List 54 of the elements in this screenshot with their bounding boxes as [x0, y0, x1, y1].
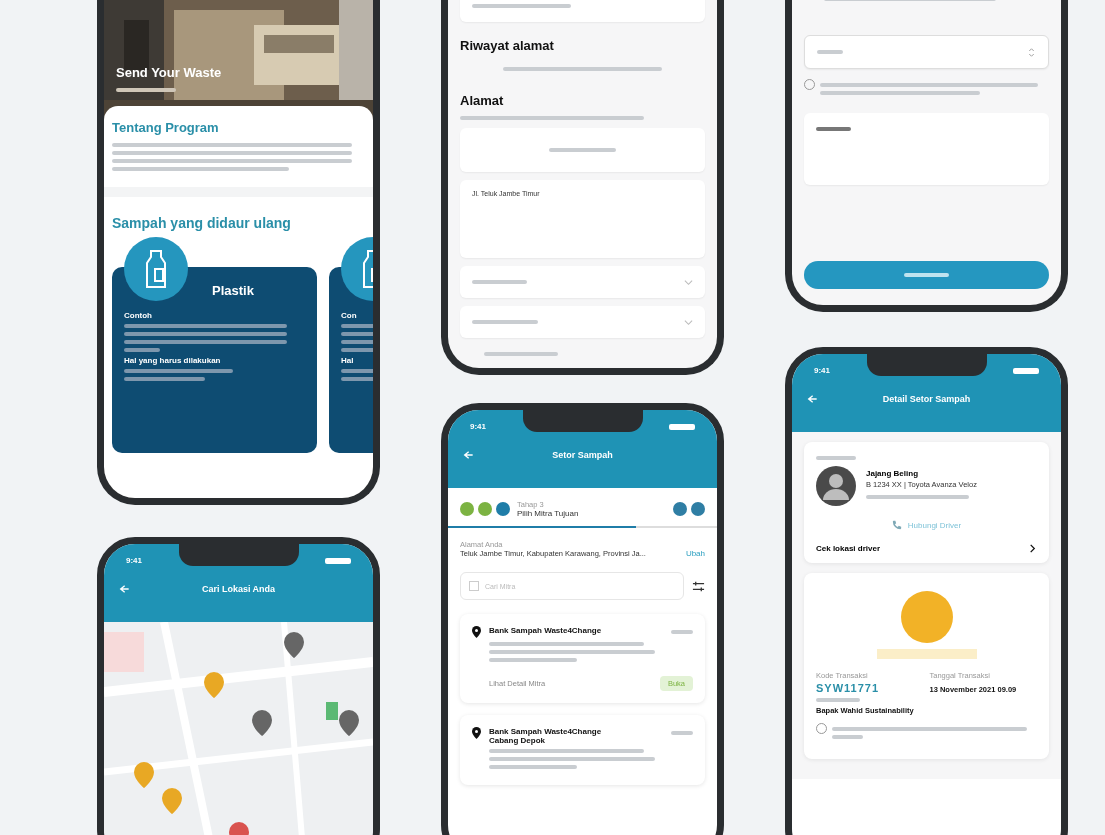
screen-title: Detail Setor Sampah: [881, 394, 972, 404]
partner-name: Bank Sampah Waste4Change: [489, 626, 603, 635]
dropdown-field[interactable]: [804, 35, 1049, 69]
card-label: Hal: [341, 356, 355, 365]
battery-icon: [669, 424, 695, 430]
location-pin-icon: [472, 626, 481, 638]
transaction-code: SYW11771: [816, 682, 881, 694]
blurred-text: [341, 348, 373, 352]
blurred-text: [816, 698, 861, 702]
up-down-chevron-icon: [1027, 47, 1036, 57]
coin-icon: [900, 591, 953, 643]
status-time: 9:41: [470, 422, 486, 431]
chevron-down-icon: [684, 277, 693, 287]
blurred-text: [816, 456, 856, 460]
chevron-down-icon: [684, 317, 693, 327]
card-label: Contoh: [124, 311, 153, 320]
dropdown-field[interactable]: [460, 306, 705, 338]
back-arrow-icon[interactable]: [462, 449, 474, 461]
back-arrow-icon[interactable]: [118, 583, 130, 595]
card-label: Hal yang harus dilakukan: [124, 356, 222, 365]
chevron-right-icon[interactable]: [1028, 544, 1037, 553]
blurred-text: [832, 735, 863, 739]
dropdown-field[interactable]: [460, 266, 705, 298]
hero-title: Send Your Waste: [116, 65, 222, 80]
card-title: Plastik: [212, 283, 254, 298]
status-time: 9:41: [814, 366, 830, 375]
section-title: Tentang Program: [112, 120, 220, 135]
card-label: Con: [341, 311, 358, 320]
blurred-text: [116, 88, 176, 92]
blurred-text: [124, 348, 161, 352]
driver-name: Jajang Beling: [866, 469, 919, 478]
next-button[interactable]: [691, 502, 705, 516]
status-time: 9:41: [126, 556, 142, 565]
battery-icon: [1013, 368, 1039, 374]
driver-location-link[interactable]: Cek lokasi driver: [816, 544, 881, 553]
partner-card[interactable]: Bank Sampah Waste4Change Cabang Depok: [460, 715, 705, 785]
filter-icon[interactable]: [692, 579, 705, 593]
blurred-text: [671, 630, 693, 634]
section-title: Riwayat alamat: [460, 38, 555, 53]
blurred-text: [671, 731, 693, 735]
previous-button[interactable]: [673, 502, 687, 516]
section-title: Alamat: [460, 93, 505, 108]
avatar: [816, 466, 856, 506]
back-arrow-icon[interactable]: [806, 393, 818, 405]
phone-icon: [891, 520, 902, 530]
submit-button[interactable]: [804, 261, 1049, 289]
step-title: Pilih Mitra Tujuan: [517, 509, 580, 518]
location-pin-icon: [472, 727, 481, 739]
screen-title: Cari Lokasi Anda: [200, 584, 277, 594]
screen-title: Setor Sampah: [551, 450, 614, 460]
bottle-icon: [124, 237, 188, 301]
partner-name: Bank Sampah Waste4Change Cabang Depok: [489, 727, 603, 745]
battery-icon: [325, 558, 351, 564]
section-title: Sampah yang didaur ulang: [112, 215, 292, 231]
